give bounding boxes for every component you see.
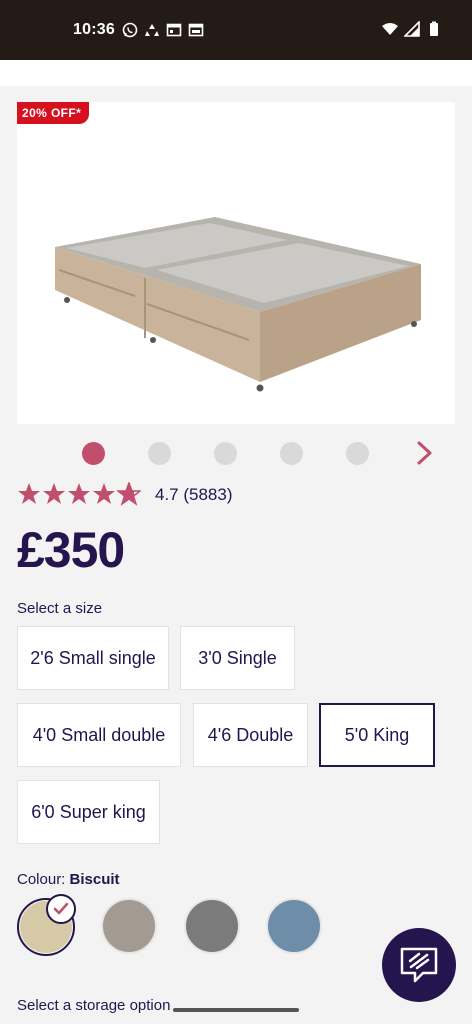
status-bar: 10:36 bbox=[0, 0, 472, 60]
colour-label-prefix: Colour: bbox=[17, 871, 66, 888]
size-option-selected[interactable]: 5'0 King bbox=[319, 703, 435, 767]
status-time: 10:36 bbox=[73, 21, 115, 38]
header-strip bbox=[0, 60, 472, 86]
discount-badge: 20% OFF* bbox=[17, 102, 90, 124]
notification-icons bbox=[122, 22, 204, 38]
size-option[interactable]: 4'6 Double bbox=[193, 703, 308, 767]
rating-text[interactable]: 4.7 (5883) bbox=[155, 485, 233, 505]
system-icons bbox=[382, 21, 442, 37]
whatsapp-icon bbox=[122, 22, 138, 38]
divan-bed-image bbox=[55, 217, 421, 392]
star-icon bbox=[93, 483, 115, 504]
carousel-dot[interactable] bbox=[280, 442, 303, 465]
check-icon bbox=[46, 894, 76, 924]
price: £350 bbox=[17, 522, 125, 578]
carousel-dot[interactable] bbox=[148, 442, 171, 465]
size-option[interactable]: 3'0 Single bbox=[180, 626, 295, 690]
storage-label: Select a storage option bbox=[17, 997, 171, 1014]
chevron-right-icon[interactable] bbox=[414, 440, 434, 466]
calendar-icon bbox=[166, 23, 182, 37]
colour-label: Colour: Biscuit bbox=[17, 871, 120, 888]
star-half-icon bbox=[117, 482, 141, 506]
wifi-icon bbox=[382, 23, 398, 35]
star-icon bbox=[18, 483, 40, 504]
recycle-icon bbox=[145, 24, 159, 36]
carousel-dots bbox=[82, 442, 369, 465]
battery-icon bbox=[430, 21, 438, 36]
carousel-dot[interactable] bbox=[82, 442, 105, 465]
browser-icon bbox=[188, 23, 204, 37]
rating-stars[interactable] bbox=[17, 482, 141, 506]
signal-icon bbox=[404, 21, 420, 37]
swatch-grey[interactable] bbox=[184, 898, 240, 954]
chat-button[interactable] bbox=[382, 928, 456, 1002]
star-icon bbox=[43, 483, 65, 504]
size-label: Select a size bbox=[17, 600, 103, 617]
size-option[interactable]: 6'0 Super king bbox=[17, 780, 160, 844]
swatch-blue[interactable] bbox=[266, 898, 322, 954]
carousel-dot[interactable] bbox=[346, 442, 369, 465]
product-image[interactable]: 20% OFF* bbox=[17, 102, 455, 424]
chat-icon bbox=[400, 947, 438, 983]
size-option[interactable]: 2'6 Small single bbox=[17, 626, 169, 690]
star-icon bbox=[68, 483, 90, 504]
home-indicator[interactable] bbox=[173, 1008, 299, 1012]
size-option[interactable]: 4'0 Small double bbox=[17, 703, 181, 767]
carousel-dot[interactable] bbox=[214, 442, 237, 465]
colour-selected-name: Biscuit bbox=[69, 871, 120, 888]
swatch-mink[interactable] bbox=[101, 898, 157, 954]
